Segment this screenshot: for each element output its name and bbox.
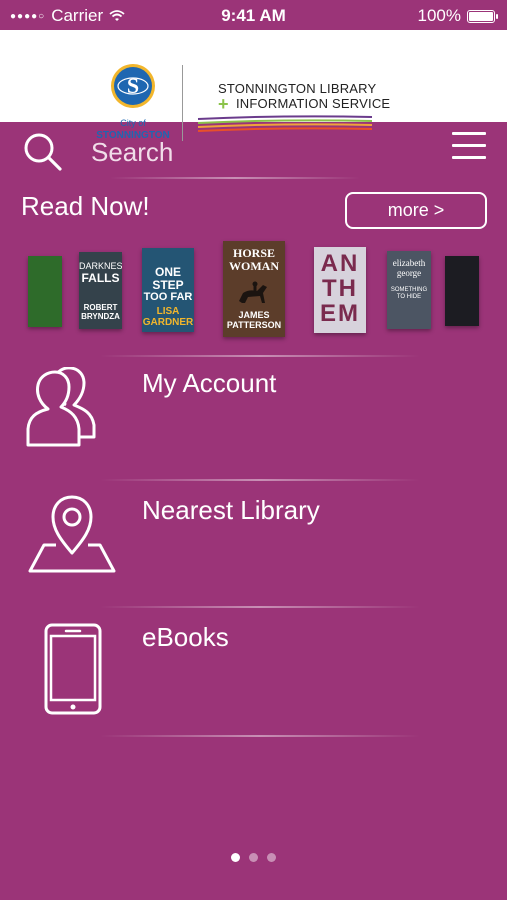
menu-item-label: My Account [142,368,277,398]
svg-text:S: S [127,73,139,98]
search-bar[interactable]: Search [0,122,507,178]
menu-item-label: Nearest Library [142,495,320,525]
users-icon [26,367,96,447]
read-now-heading: Read Now! [21,191,150,221]
menu-icon[interactable] [452,132,488,164]
more-button[interactable]: more > [345,192,487,229]
menu-item-label: eBooks [142,622,229,652]
brand-header: S City of STONNINGTON STONNINGTON LIBRAR… [0,30,507,141]
library-title-line1: STONNINGTON LIBRARY [218,81,377,96]
book-cover[interactable]: DARKNESS FALLS ROBERT BRYNDZA [79,252,122,329]
book-cover[interactable]: AN TH EM [314,247,366,333]
book-cover[interactable] [28,256,62,327]
book-cover[interactable]: elizabeth george SOMETHING TO HIDE [387,251,431,329]
horse-rider-icon [239,281,267,303]
map-pin-icon [28,495,116,573]
battery-status: 100% [417,6,498,26]
book-cover[interactable]: HORSE WOMAN JAMES PATTERSON [223,241,285,337]
battery-percent: 100% [417,6,461,25]
search-divider [110,177,360,179]
battery-icon [467,9,498,23]
page-dot[interactable] [267,853,276,862]
menu-divider [100,606,420,608]
page-indicator[interactable] [0,853,507,862]
page-dot[interactable] [231,853,240,862]
phone-icon [44,623,102,715]
menu-item-ebooks[interactable]: eBooks [0,609,507,734]
menu-item-nearest-library[interactable]: Nearest Library [0,482,507,607]
status-bar: ●●●●○ Carrier 9:41 AM 100% [0,0,507,30]
battery-fill [469,11,493,21]
menu-divider [100,735,420,737]
book-cover[interactable]: ONE STEP TOO FAR LISA GARDNER [142,248,194,332]
menu-divider [100,479,420,481]
search-icon[interactable] [22,131,64,173]
menu-item-my-account[interactable]: My Account [0,355,507,480]
page-dot[interactable] [249,853,258,862]
library-title-line2: INFORMATION SERVICE [236,96,391,111]
book-cover[interactable] [445,256,479,326]
city-seal-icon: S [111,64,155,108]
search-input[interactable]: Search [91,137,173,168]
